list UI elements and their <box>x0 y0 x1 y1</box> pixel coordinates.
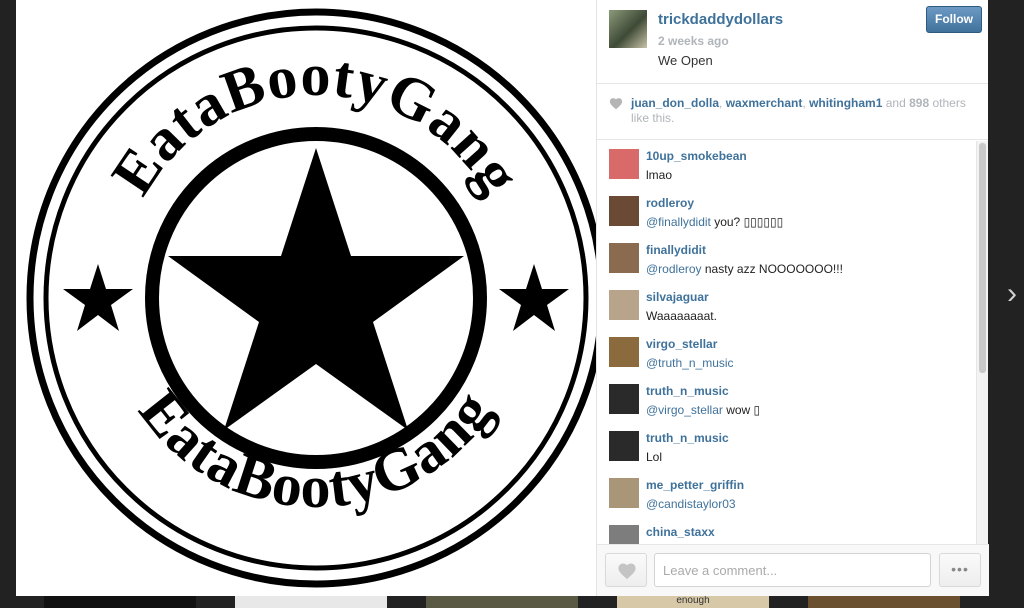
comment-mention[interactable]: @candistaylor03 <box>646 497 736 511</box>
comment-item: truth_n_music @virgo_stellar wow ▯ <box>597 376 989 423</box>
comment-body: lmao <box>646 168 673 182</box>
comment-text: @finallydidit you? ▯▯▯▯▯▯ <box>646 215 783 229</box>
commenter-avatar[interactable] <box>609 478 639 508</box>
background-thumbnail[interactable] <box>235 594 387 608</box>
background-thumbnail[interactable] <box>44 594 196 608</box>
commenter-avatar[interactable] <box>609 196 639 226</box>
comment-text: Waaaaaaaat. <box>646 309 717 323</box>
next-post-chevron-right-icon[interactable]: › <box>1000 276 1024 312</box>
comment-body: you? ▯▯▯▯▯▯ <box>710 215 784 229</box>
comment-item: silvajaguar Waaaaaaaat. <box>597 282 989 329</box>
comment-item: china_staxx <box>597 517 989 544</box>
comment-text: @candistaylor03 <box>646 497 736 511</box>
commenter-avatar[interactable] <box>609 243 639 273</box>
center-star-icon <box>168 148 464 430</box>
commenter-avatar[interactable] <box>609 149 639 179</box>
like-button[interactable] <box>605 553 647 587</box>
commenter-username[interactable]: silvajaguar <box>646 290 709 304</box>
commenter-username[interactable]: finallydidit <box>646 243 706 257</box>
comment-text: lmao <box>646 168 672 182</box>
background-thumbnail[interactable] <box>426 594 578 608</box>
post-image[interactable]: EataBootyGang EataBootyGang <box>16 0 596 596</box>
commenter-username[interactable]: truth_n_music <box>646 431 729 445</box>
likes-count[interactable]: 898 <box>909 96 929 110</box>
commenter-avatar[interactable] <box>609 384 639 414</box>
comment-mention[interactable]: @truth_n_music <box>646 356 734 370</box>
comment-body: Waaaaaaaat. <box>646 309 717 323</box>
background-thumbnail-text: enough <box>676 595 710 606</box>
comment-mention[interactable]: @virgo_stellar <box>646 403 723 417</box>
comment-input[interactable] <box>654 553 931 587</box>
comment-body: Lol <box>646 450 663 464</box>
author-avatar[interactable] <box>609 10 647 48</box>
comment-item: me_petter_griffin @candistaylor03 <box>597 470 989 517</box>
post-header: trickdaddydollars 2 weeks ago We Open Fo… <box>597 0 988 84</box>
background-thumbnail[interactable] <box>808 594 960 608</box>
comments-scrollbar[interactable] <box>976 141 988 544</box>
commenter-avatar[interactable] <box>609 337 639 367</box>
follow-button[interactable]: Follow <box>926 6 982 33</box>
comment-mention[interactable]: @finallydidit <box>646 215 711 229</box>
post-caption: We Open <box>658 53 713 68</box>
right-star-icon <box>499 264 569 331</box>
liker-link[interactable]: juan_don_dolla <box>631 96 719 110</box>
likes-summary: juan_don_dolla, waxmerchant, whitingham1… <box>597 84 988 140</box>
commenter-username[interactable]: me_petter_griffin <box>646 478 744 492</box>
comment-item: 10up_smokebeanlmao <box>597 141 989 188</box>
author-username[interactable]: trickdaddydollars <box>658 11 783 28</box>
eatabootygang-logo: EataBootyGang EataBootyGang <box>26 8 596 588</box>
comment-text: Lol <box>646 450 662 464</box>
scrollbar-thumb[interactable] <box>979 143 986 373</box>
more-options-ellipsis-icon[interactable]: ••• <box>939 553 981 587</box>
comment-body: wow ▯ <box>722 403 761 417</box>
left-star-icon <box>63 264 133 331</box>
comment-item: rodleroy @finallydidit you? ▯▯▯▯▯▯ <box>597 188 989 235</box>
comment-item: finallydidit @rodleroy nasty azz NOOOOOOO… <box>597 235 989 282</box>
comment-body: nasty azz NOOOOOOO!!! <box>701 262 843 276</box>
comment-text: @rodleroy nasty azz NOOOOOOO!!! <box>646 262 843 276</box>
commenter-username[interactable]: 10up_smokebean <box>646 149 747 163</box>
heart-icon <box>618 563 636 580</box>
commenter-username[interactable]: virgo_stellar <box>646 337 717 351</box>
comment-mention[interactable]: @rodleroy <box>646 262 702 276</box>
background-thumbnail[interactable]: enough <box>617 594 769 608</box>
likes-and: and <box>882 96 910 110</box>
commenter-avatar[interactable] <box>609 525 639 544</box>
commenter-username[interactable]: truth_n_music <box>646 384 729 398</box>
comment-text: @truth_n_music <box>646 356 734 370</box>
comments-list[interactable]: 10up_smokebeanlmao rodleroy @finallydidit … <box>597 141 989 544</box>
liker-link[interactable]: waxmerchant <box>726 96 803 110</box>
commenter-avatar[interactable] <box>609 431 639 461</box>
comment-item: virgo_stellar @truth_n_music <box>597 329 989 376</box>
likes-separator: , <box>719 96 726 110</box>
post-sidebar: trickdaddydollars 2 weeks ago We Open Fo… <box>596 0 989 596</box>
post-timestamp[interactable]: 2 weeks ago <box>658 34 729 48</box>
comment-footer: ••• <box>597 544 989 596</box>
commenter-avatar[interactable] <box>609 290 639 320</box>
commenter-username[interactable]: china_staxx <box>646 525 715 539</box>
comment-item: truth_n_music Lol <box>597 423 989 470</box>
commenter-username[interactable]: rodleroy <box>646 196 694 210</box>
logo-text-bottom: EataBootyGang <box>127 378 505 520</box>
comment-text: @virgo_stellar wow ▯ <box>646 403 760 417</box>
heart-icon <box>609 98 623 110</box>
post-modal: EataBootyGang EataBootyGang trickdaddydo… <box>16 0 989 596</box>
liker-link[interactable]: whitingham1 <box>809 96 882 110</box>
